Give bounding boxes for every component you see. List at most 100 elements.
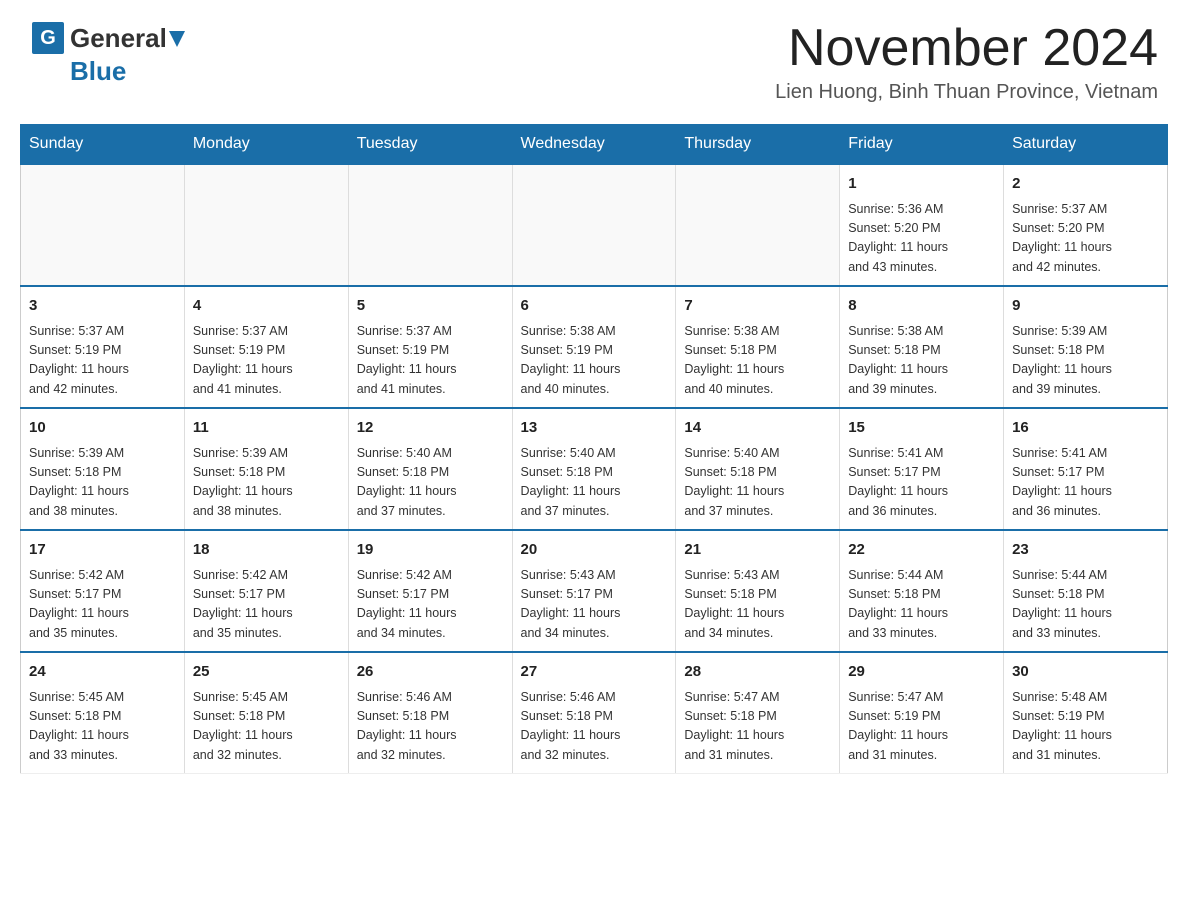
day-number: 15 [848,417,995,440]
day-info: Sunrise: 5:37 AM Sunset: 5:19 PM Dayligh… [29,322,176,400]
day-info: Sunrise: 5:44 AM Sunset: 5:18 PM Dayligh… [1012,566,1159,644]
page-header: G General Blue November 2024 Lien Huong,… [0,0,1188,114]
day-number: 9 [1012,295,1159,318]
day-number: 7 [684,295,831,318]
page-subtitle: Lien Huong, Binh Thuan Province, Vietnam [775,81,1158,104]
calendar-cell: 8 Sunrise: 5:38 AM Sunset: 5:18 PM Daylig… [840,286,1004,408]
day-number: 12 [357,417,504,440]
day-number: 2 [1012,173,1159,196]
calendar-cell: 11 Sunrise: 5:39 AM Sunset: 5:18 PM Dayli… [184,408,348,530]
header-wednesday: Wednesday [512,125,676,165]
logo-general-text: General [70,23,167,54]
day-number: 19 [357,539,504,562]
calendar-cell: 20Sunrise: 5:43 AM Sunset: 5:17 PM Dayli… [512,530,676,652]
day-info: Sunrise: 5:40 AM Sunset: 5:18 PM Dayligh… [684,444,831,522]
day-info: Sunrise: 5:36 AM Sunset: 5:20 PM Dayligh… [848,200,995,278]
day-info: Sunrise: 5:45 AM Sunset: 5:18 PM Dayligh… [29,688,176,766]
day-info: Sunrise: 5:38 AM Sunset: 5:18 PM Dayligh… [848,322,995,400]
day-info: Sunrise: 5:40 AM Sunset: 5:18 PM Dayligh… [357,444,504,522]
header-monday: Monday [184,125,348,165]
day-number: 21 [684,539,831,562]
calendar-cell: 5 Sunrise: 5:37 AM Sunset: 5:19 PM Daylig… [348,286,512,408]
calendar-cell: 7 Sunrise: 5:38 AM Sunset: 5:18 PM Daylig… [676,286,840,408]
calendar-cell: 16 Sunrise: 5:41 AM Sunset: 5:17 PM Dayli… [1004,408,1168,530]
day-number: 30 [1012,661,1159,684]
day-info: Sunrise: 5:37 AM Sunset: 5:19 PM Dayligh… [193,322,340,400]
day-number: 20 [521,539,668,562]
day-number: 26 [357,661,504,684]
calendar-cell: 24 Sunrise: 5:45 AM Sunset: 5:18 PM Dayli… [21,652,185,774]
calendar-cell: 1 Sunrise: 5:36 AM Sunset: 5:20 PM Daylig… [840,164,1004,286]
calendar-cell: 15 Sunrise: 5:41 AM Sunset: 5:17 PM Dayli… [840,408,1004,530]
day-info: Sunrise: 5:42 AM Sunset: 5:17 PM Dayligh… [357,566,504,644]
day-number: 17 [29,539,176,562]
day-info: Sunrise: 5:41 AM Sunset: 5:17 PM Dayligh… [1012,444,1159,522]
logo-triangle-icon [169,31,185,47]
day-info: Sunrise: 5:40 AM Sunset: 5:18 PM Dayligh… [521,444,668,522]
calendar-cell: 22 Sunrise: 5:44 AM Sunset: 5:18 PM Dayli… [840,530,1004,652]
logo: G General Blue [30,20,185,87]
day-info: Sunrise: 5:37 AM Sunset: 5:19 PM Dayligh… [357,322,504,400]
day-info: Sunrise: 5:38 AM Sunset: 5:19 PM Dayligh… [521,322,668,400]
day-number: 6 [521,295,668,318]
day-number: 18 [193,539,340,562]
calendar-cell: 2 Sunrise: 5:37 AM Sunset: 5:20 PM Daylig… [1004,164,1168,286]
day-number: 1 [848,173,995,196]
day-number: 8 [848,295,995,318]
day-info: Sunrise: 5:39 AM Sunset: 5:18 PM Dayligh… [193,444,340,522]
calendar-table: SundayMondayTuesdayWednesdayThursdayFrid… [20,124,1168,774]
calendar-cell [676,164,840,286]
day-number: 11 [193,417,340,440]
calendar-cell: 6 Sunrise: 5:38 AM Sunset: 5:19 PM Daylig… [512,286,676,408]
week-row-2: 3 Sunrise: 5:37 AM Sunset: 5:19 PM Daylig… [21,286,1168,408]
header-saturday: Saturday [1004,125,1168,165]
calendar-cell: 9 Sunrise: 5:39 AM Sunset: 5:18 PM Daylig… [1004,286,1168,408]
calendar-header-row: SundayMondayTuesdayWednesdayThursdayFrid… [21,125,1168,165]
day-info: Sunrise: 5:46 AM Sunset: 5:18 PM Dayligh… [357,688,504,766]
day-info: Sunrise: 5:47 AM Sunset: 5:18 PM Dayligh… [684,688,831,766]
day-number: 10 [29,417,176,440]
calendar-cell: 29Sunrise: 5:47 AM Sunset: 5:19 PM Dayli… [840,652,1004,774]
page-title: November 2024 [775,20,1158,77]
day-info: Sunrise: 5:39 AM Sunset: 5:18 PM Dayligh… [1012,322,1159,400]
day-info: Sunrise: 5:45 AM Sunset: 5:18 PM Dayligh… [193,688,340,766]
day-info: Sunrise: 5:38 AM Sunset: 5:18 PM Dayligh… [684,322,831,400]
day-number: 28 [684,661,831,684]
day-number: 4 [193,295,340,318]
day-info: Sunrise: 5:43 AM Sunset: 5:18 PM Dayligh… [684,566,831,644]
day-info: Sunrise: 5:39 AM Sunset: 5:18 PM Dayligh… [29,444,176,522]
day-info: Sunrise: 5:44 AM Sunset: 5:18 PM Dayligh… [848,566,995,644]
calendar-cell [348,164,512,286]
title-block: November 2024 Lien Huong, Binh Thuan Pro… [775,20,1158,104]
day-number: 5 [357,295,504,318]
header-thursday: Thursday [676,125,840,165]
calendar-cell: 18Sunrise: 5:42 AM Sunset: 5:17 PM Dayli… [184,530,348,652]
day-number: 3 [29,295,176,318]
calendar-cell [21,164,185,286]
calendar-cell: 4 Sunrise: 5:37 AM Sunset: 5:19 PM Daylig… [184,286,348,408]
header-friday: Friday [840,125,1004,165]
day-number: 25 [193,661,340,684]
header-tuesday: Tuesday [348,125,512,165]
logo-icon: G [30,20,66,56]
week-row-4: 17 Sunrise: 5:42 AM Sunset: 5:17 PM Dayli… [21,530,1168,652]
day-info: Sunrise: 5:41 AM Sunset: 5:17 PM Dayligh… [848,444,995,522]
calendar-cell: 10 Sunrise: 5:39 AM Sunset: 5:18 PM Dayli… [21,408,185,530]
day-number: 16 [1012,417,1159,440]
calendar-cell: 27Sunrise: 5:46 AM Sunset: 5:18 PM Dayli… [512,652,676,774]
day-info: Sunrise: 5:37 AM Sunset: 5:20 PM Dayligh… [1012,200,1159,278]
calendar-cell: 3 Sunrise: 5:37 AM Sunset: 5:19 PM Daylig… [21,286,185,408]
calendar-cell: 28 Sunrise: 5:47 AM Sunset: 5:18 PM Dayli… [676,652,840,774]
week-row-3: 10 Sunrise: 5:39 AM Sunset: 5:18 PM Dayli… [21,408,1168,530]
calendar-cell: 12 Sunrise: 5:40 AM Sunset: 5:18 PM Dayli… [348,408,512,530]
calendar-cell: 26 Sunrise: 5:46 AM Sunset: 5:18 PM Dayli… [348,652,512,774]
day-number: 13 [521,417,668,440]
week-row-5: 24 Sunrise: 5:45 AM Sunset: 5:18 PM Dayli… [21,652,1168,774]
day-number: 24 [29,661,176,684]
calendar-cell [184,164,348,286]
header-sunday: Sunday [21,125,185,165]
day-number: 22 [848,539,995,562]
day-number: 27 [521,661,668,684]
day-info: Sunrise: 5:47 AM Sunset: 5:19 PM Dayligh… [848,688,995,766]
calendar-body: 1 Sunrise: 5:36 AM Sunset: 5:20 PM Daylig… [21,164,1168,774]
